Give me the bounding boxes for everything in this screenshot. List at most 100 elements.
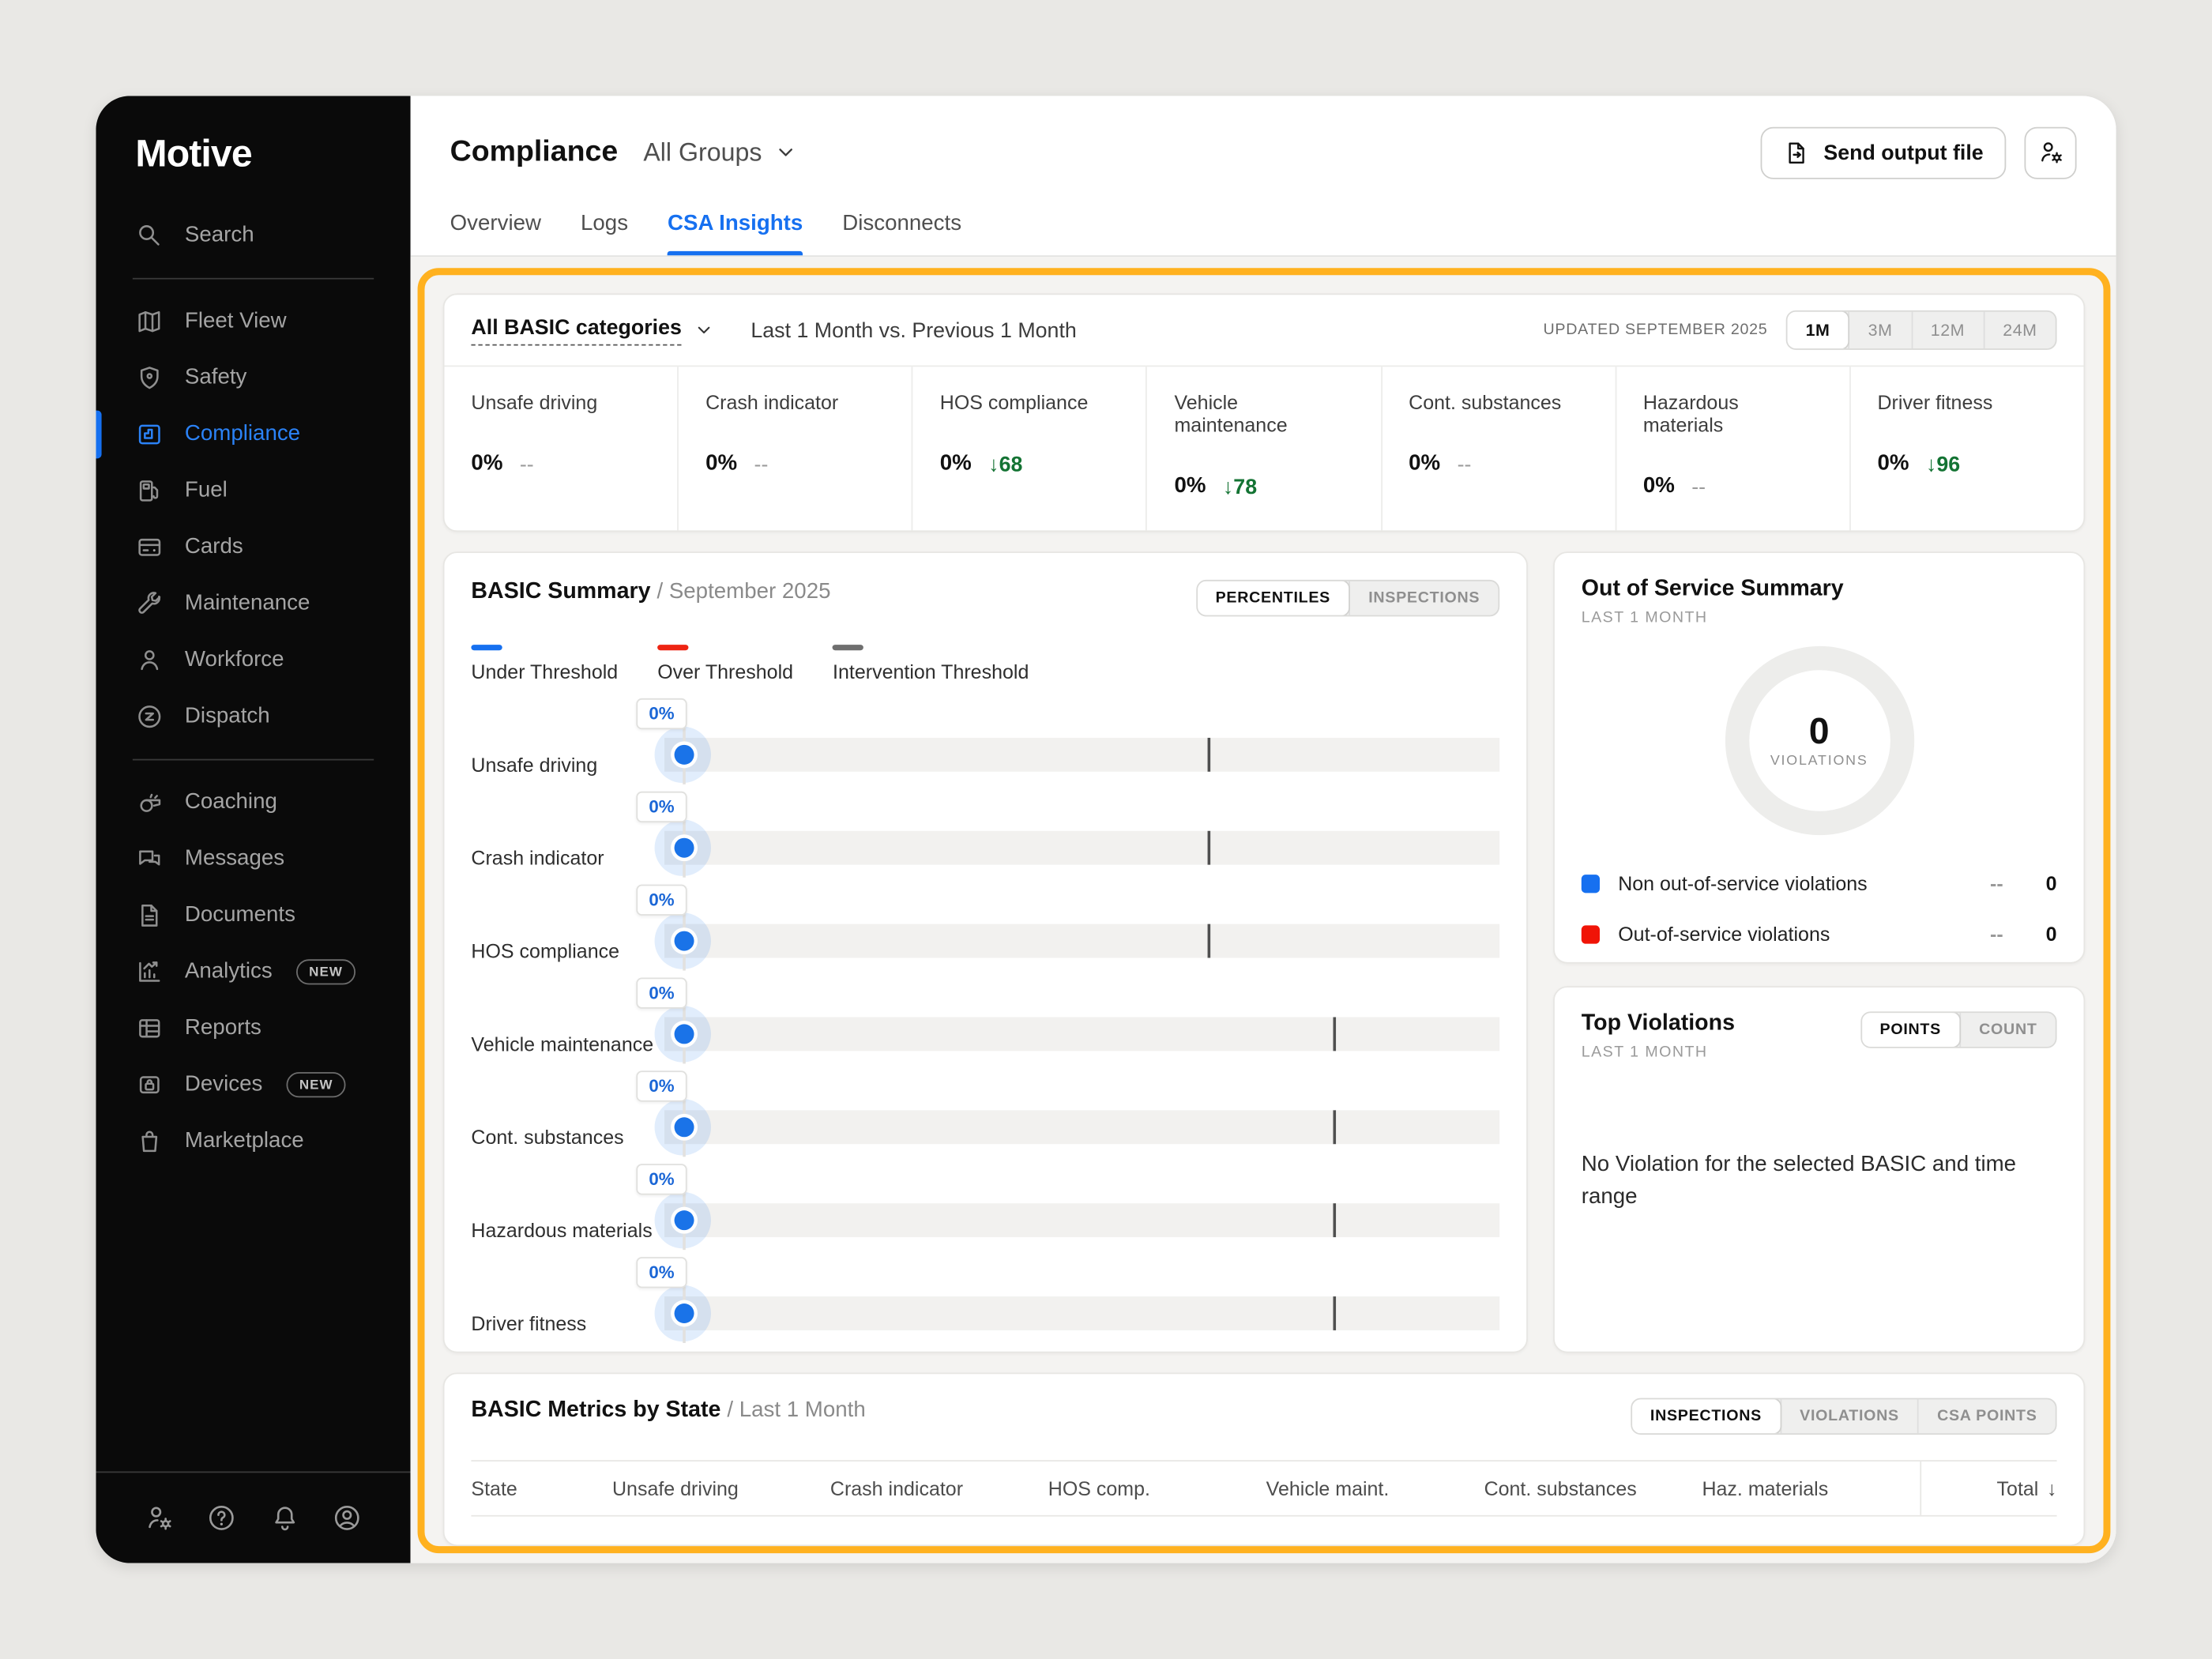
sidebar-item-label: Compliance xyxy=(185,422,300,447)
oos-legend-row: Non out-of-service violations--0 xyxy=(1582,858,2057,908)
map-icon xyxy=(135,307,164,336)
user-settings-button[interactable] xyxy=(2024,126,2076,179)
basic-category-stats: Unsafe driving0%--Crash indicator0%--HOS… xyxy=(444,365,2083,530)
sidebar-footer-account-button[interactable] xyxy=(332,1503,363,1533)
sidebar-item-documents[interactable]: Documents xyxy=(96,887,410,943)
toggle-option-3m[interactable]: 3M xyxy=(1849,312,1911,348)
sidebar-item-marketplace[interactable]: Marketplace xyxy=(96,1113,410,1169)
legend-label: Under Threshold xyxy=(471,660,618,683)
intervention-threshold-tick xyxy=(1207,831,1210,865)
tab-disconnects[interactable]: Disconnects xyxy=(842,212,961,255)
summary-row-driver-fitness: Driver fitness0% xyxy=(471,1255,1499,1349)
metrics-column-cont-substances[interactable]: Cont. substances xyxy=(1484,1477,1702,1500)
sidebar-item-devices[interactable]: DevicesNEW xyxy=(96,1056,410,1112)
toggle-option-24m[interactable]: 24M xyxy=(1983,312,2056,348)
percentiles-inspections-toggle: PERCENTILESINSPECTIONS xyxy=(1196,580,1500,616)
sidebar-nav: Search Fleet ViewSafety Compliance Fuel Card… xyxy=(96,207,410,1471)
intervention-threshold-tick xyxy=(1333,1296,1336,1330)
metrics-column-label: State xyxy=(471,1477,517,1500)
metrics-column-hos-comp-[interactable]: HOS comp. xyxy=(1048,1477,1266,1500)
toggle-option-1m[interactable]: 1M xyxy=(1786,310,1850,350)
summary-row-crash-indicator: Crash indicator0% xyxy=(471,790,1499,883)
summary-row-hazardous-materials: Hazardous materials0% xyxy=(471,1162,1499,1255)
legend-item: Intervention Threshold xyxy=(833,645,1029,683)
toggle-option-count[interactable]: COUNT xyxy=(1959,1013,2056,1047)
tab-logs[interactable]: Logs xyxy=(581,212,628,255)
send-output-file-label: Send output file xyxy=(1823,141,1983,164)
tab-csa-insights[interactable]: CSA Insights xyxy=(668,212,803,255)
sidebar-item-messages[interactable]: Messages xyxy=(96,831,410,887)
sidebar-item-dispatch[interactable]: Dispatch xyxy=(96,688,410,744)
sidebar-item-label: Maintenance xyxy=(185,591,310,616)
toggle-option-csa-points[interactable]: CSA POINTS xyxy=(1917,1399,2056,1433)
category-change: ↓78 xyxy=(1223,475,1257,498)
category-label: Unsafe driving xyxy=(471,391,650,414)
category-change: -- xyxy=(1691,475,1706,498)
sidebar-item-fuel[interactable]: Fuel xyxy=(96,463,410,519)
metrics-column-unsafe-driving[interactable]: Unsafe driving xyxy=(612,1477,830,1500)
intervention-threshold-tick xyxy=(1207,924,1210,958)
send-output-file-button[interactable]: Send output file xyxy=(1760,126,2006,179)
sidebar-item-workforce[interactable]: Workforce xyxy=(96,632,410,688)
metrics-column-haz-materials[interactable]: Haz. materials xyxy=(1702,1477,1920,1500)
percentile-dot xyxy=(674,931,694,951)
metrics-column-state[interactable]: State xyxy=(471,1477,612,1500)
group-selector-label: All Groups xyxy=(643,137,762,167)
summary-row-vehicle-maintenance: Vehicle maintenance0% xyxy=(471,976,1499,1070)
category-value-row: 0%-- xyxy=(705,451,885,476)
sidebar-item-maintenance[interactable]: Maintenance xyxy=(96,576,410,632)
toggle-option-points[interactable]: POINTS xyxy=(1860,1011,1961,1048)
summary-row-label: Cont. substances xyxy=(471,1126,623,1149)
summary-row-label: Unsafe driving xyxy=(471,754,597,777)
percentile-badge: 0% xyxy=(636,1257,687,1288)
percentile-dot xyxy=(674,1024,694,1044)
points-count-toggle: POINTSCOUNT xyxy=(1860,1011,2057,1048)
category-change: ↓96 xyxy=(1926,452,1960,476)
sidebar-item-reports[interactable]: Reports xyxy=(96,1000,410,1056)
bag-icon xyxy=(135,1127,164,1156)
metrics-column-vehicle-maint-[interactable]: Vehicle maint. xyxy=(1266,1477,1484,1500)
bell-icon xyxy=(269,1503,299,1533)
oos-legend-row: Out-of-service violations--0 xyxy=(1582,908,2057,959)
sidebar-item-cards[interactable]: Cards xyxy=(96,519,410,575)
toggle-option-percentiles[interactable]: PERCENTILES xyxy=(1196,580,1350,616)
main-area: Compliance All Groups Send output file xyxy=(411,96,2116,1563)
metrics-period: / Last 1 Month xyxy=(727,1398,865,1424)
metrics-by-state-card: BASIC Metrics by State / Last 1 Month IN… xyxy=(443,1372,2086,1546)
content-area: All BASIC categories Last 1 Month vs. Pr… xyxy=(411,257,2116,1563)
sidebar-item-analytics[interactable]: AnalyticsNEW xyxy=(96,944,410,1000)
comparison-label: Last 1 Month vs. Previous 1 Month xyxy=(750,318,1076,342)
whistle-icon xyxy=(135,788,164,817)
toggle-option-inspections[interactable]: INSPECTIONS xyxy=(1349,581,1498,615)
metrics-column-total[interactable]: Total↓ xyxy=(1920,1462,2056,1515)
toggle-option-violations[interactable]: VIOLATIONS xyxy=(1780,1399,1917,1433)
oos-legend: Non out-of-service violations--0Out-of-s… xyxy=(1582,858,2057,960)
sidebar-footer-user-gear-button[interactable] xyxy=(144,1503,175,1533)
sidebar-item-compliance[interactable]: Compliance xyxy=(96,406,410,462)
legend-item: Under Threshold xyxy=(471,645,618,683)
sidebar-item-coaching[interactable]: Coaching xyxy=(96,774,410,830)
percentile-bar xyxy=(664,738,1499,772)
tab-overview[interactable]: Overview xyxy=(450,212,541,255)
group-selector[interactable]: All Groups xyxy=(643,137,797,167)
percentile-dot xyxy=(674,1304,694,1323)
sidebar-divider xyxy=(133,759,374,761)
tab-bar: Overview Logs CSA Insights Disconnects xyxy=(450,212,2077,255)
percentile-bar xyxy=(664,1017,1499,1051)
sidebar-item-fleet-view[interactable]: Fleet View xyxy=(96,293,410,349)
toggle-option-inspections[interactable]: INSPECTIONS xyxy=(1631,1398,1781,1435)
wrench-icon xyxy=(135,589,164,618)
percentile-bar xyxy=(664,924,1499,958)
new-badge: NEW xyxy=(296,959,356,984)
user-gear-icon xyxy=(144,1503,175,1533)
messages-icon xyxy=(135,845,164,874)
metrics-column-crash-indicator[interactable]: Crash indicator xyxy=(830,1477,1048,1500)
basic-category-selector[interactable]: All BASIC categories xyxy=(471,315,714,345)
new-badge: NEW xyxy=(287,1072,346,1097)
sidebar-footer-bell-button[interactable] xyxy=(269,1503,299,1533)
sidebar-item-search[interactable]: Search xyxy=(96,207,410,263)
sidebar-footer-help-button[interactable] xyxy=(206,1503,237,1533)
toggle-option-12m[interactable]: 12M xyxy=(1911,312,1984,348)
sidebar-item-safety[interactable]: Safety xyxy=(96,350,410,406)
sidebar-item-label: Fuel xyxy=(185,478,228,503)
